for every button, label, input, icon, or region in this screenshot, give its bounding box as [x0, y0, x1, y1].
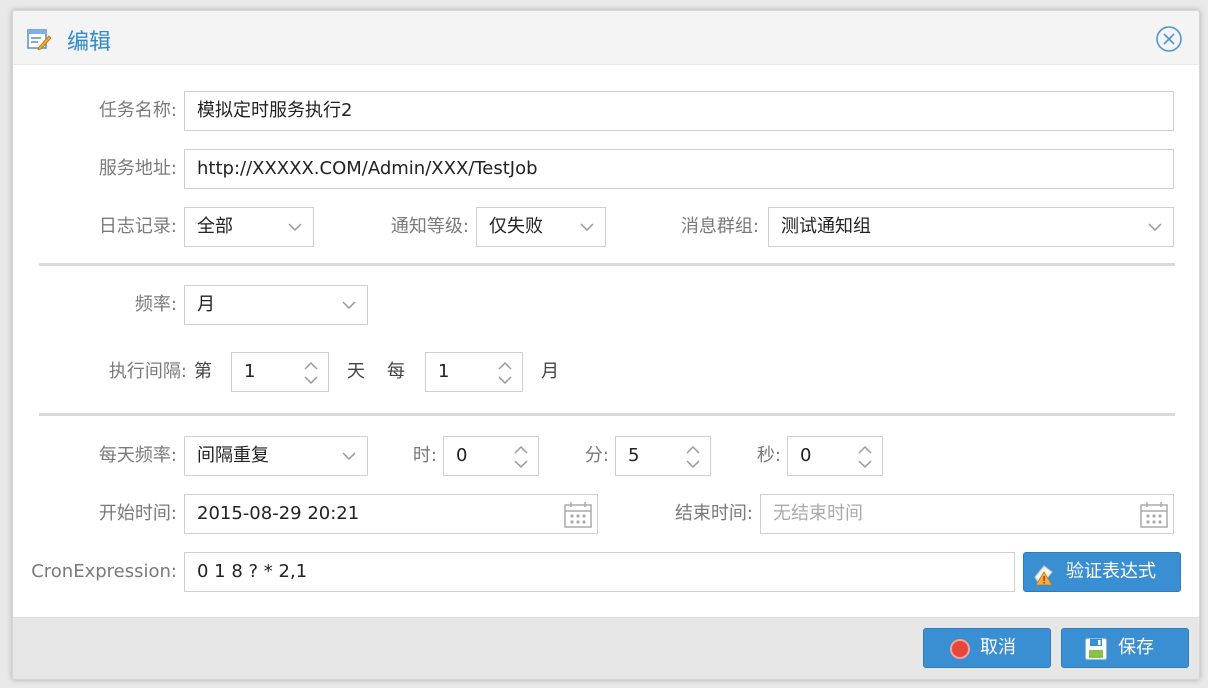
- validate-expression-label: 验证表达式: [1066, 561, 1156, 582]
- chevron-down-icon: [1148, 223, 1162, 232]
- task-name-input[interactable]: 模拟定时服务执行2: [184, 91, 1174, 131]
- section-divider: [39, 413, 1175, 416]
- spinner-arrows-icon[interactable]: [684, 442, 702, 472]
- minute-stepper[interactable]: 5: [615, 436, 711, 476]
- interval-every: 每: [387, 361, 405, 382]
- cancel-label: 取消: [980, 637, 1016, 658]
- calendar-icon[interactable]: [563, 500, 593, 530]
- interval-month-value: 1: [438, 361, 450, 382]
- hour-stepper[interactable]: 0: [443, 436, 539, 476]
- notify-level-label: 通知等级:: [390, 216, 469, 237]
- interval-day-stepper[interactable]: 1: [231, 352, 329, 392]
- task-name-label: 任务名称:: [98, 100, 177, 121]
- second-value: 0: [800, 445, 812, 466]
- hour-label: 时:: [412, 445, 437, 466]
- daily-frequency-select[interactable]: 间隔重复: [184, 436, 368, 476]
- interval-month-unit: 月: [541, 361, 559, 382]
- edit-dialog: 编辑 任务名称: 模拟定时服务执行2 服务地址: http://XXXXX.CO…: [12, 10, 1200, 680]
- service-url-input[interactable]: http://XXXXX.COM/Admin/XXX/TestJob: [184, 149, 1174, 189]
- interval-day-value: 1: [244, 361, 256, 382]
- end-time-placeholder: 无结束时间: [773, 503, 863, 524]
- frequency-value: 月: [197, 294, 215, 315]
- interval-day-unit: 天: [347, 361, 365, 382]
- start-time-value: 2015-08-29 20:21: [197, 503, 360, 524]
- cron-expression-label: CronExpression:: [31, 561, 177, 582]
- stop-circle-icon: [950, 639, 970, 659]
- daily-frequency-value: 间隔重复: [197, 445, 269, 466]
- minute-value: 5: [628, 445, 640, 466]
- chevron-down-icon: [342, 301, 356, 310]
- calendar-icon[interactable]: [1139, 500, 1169, 530]
- dialog-title: 编辑: [67, 30, 112, 55]
- edit-form-icon: [27, 29, 51, 50]
- log-level-select[interactable]: 全部: [184, 207, 314, 247]
- notify-level-value: 仅失败: [489, 216, 543, 237]
- second-stepper[interactable]: 0: [787, 436, 883, 476]
- spinner-arrows-icon[interactable]: [512, 442, 530, 472]
- dialog-titlebar: 编辑: [13, 11, 1199, 65]
- chevron-down-icon: [580, 223, 594, 232]
- frequency-select[interactable]: 月: [184, 285, 368, 325]
- service-url-label: 服务地址:: [98, 158, 177, 179]
- start-time-input[interactable]: 2015-08-29 20:21: [184, 494, 598, 534]
- minute-label: 分:: [584, 445, 609, 466]
- start-time-label: 开始时间:: [98, 503, 177, 524]
- section-divider: [39, 263, 1175, 266]
- message-group-select[interactable]: 测试通知组: [768, 207, 1174, 247]
- spinner-arrows-icon[interactable]: [496, 358, 514, 388]
- second-label: 秒:: [756, 445, 781, 466]
- interval-label: 执行间隔:: [108, 361, 187, 382]
- message-group-label: 消息群组:: [680, 216, 759, 237]
- save-button[interactable]: 保存: [1061, 628, 1189, 668]
- interval-prefix: 第: [194, 361, 212, 382]
- end-time-label: 结束时间:: [674, 503, 753, 524]
- validate-expression-button[interactable]: 验证表达式: [1023, 552, 1181, 592]
- cron-expression-input[interactable]: 0 1 8 ? * 2,1: [184, 552, 1015, 592]
- spinner-arrows-icon[interactable]: [856, 442, 874, 472]
- message-group-value: 测试通知组: [781, 216, 871, 237]
- log-level-label: 日志记录:: [98, 216, 177, 237]
- notify-level-select[interactable]: 仅失败: [476, 207, 606, 247]
- end-time-input[interactable]: 无结束时间: [760, 494, 1174, 534]
- eraser-warning-icon: [1034, 565, 1053, 585]
- hour-value: 0: [456, 445, 468, 466]
- chevron-down-icon: [288, 223, 302, 232]
- dialog-footer: 取消 保存: [13, 617, 1199, 679]
- frequency-label: 频率:: [134, 294, 177, 315]
- floppy-disk-icon: [1085, 638, 1107, 660]
- log-level-value: 全部: [197, 216, 233, 237]
- spinner-arrows-icon[interactable]: [302, 358, 320, 388]
- close-icon[interactable]: [1155, 25, 1183, 53]
- daily-frequency-label: 每天频率:: [98, 445, 177, 466]
- interval-month-stepper[interactable]: 1: [425, 352, 523, 392]
- chevron-down-icon: [342, 452, 356, 461]
- cancel-button[interactable]: 取消: [923, 628, 1051, 668]
- save-label: 保存: [1118, 637, 1154, 658]
